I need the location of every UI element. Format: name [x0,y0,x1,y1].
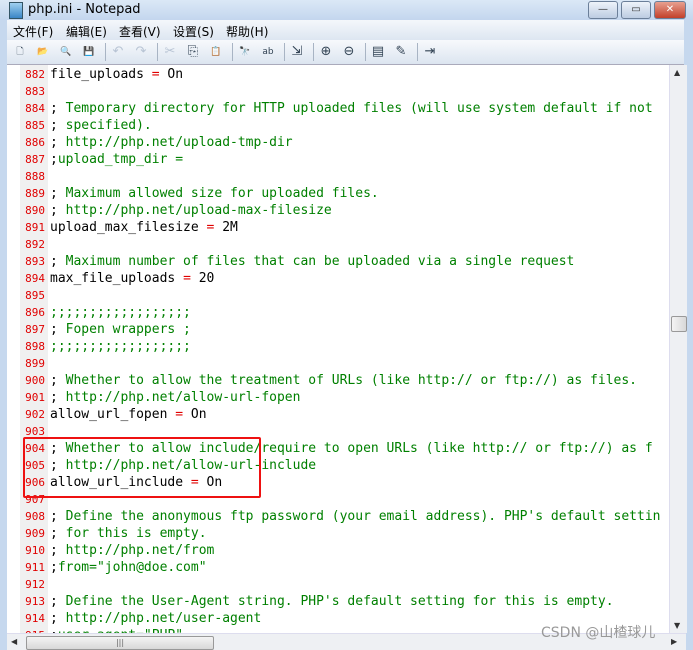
toolbar: 🗋 📂 🔍 💾 ↶ ↷ ✂ ⎘ 📋 🔭 ab ⇲ ⊕ ⊖ ▤ ✎ ⇥ [7,40,684,65]
window-title: php.ini - Notepad [28,2,141,17]
menu-view[interactable]: 查看(V) [119,23,161,40]
maximize-button[interactable]: ▭ [621,1,651,19]
line-text: ; Fopen wrappers ; [50,322,191,337]
scroll-left-arrow-icon[interactable]: ◀ [11,637,17,646]
line-text: ; Maximum number of files that can be up… [50,254,575,269]
open-folder-icon[interactable]: 📂 [34,43,52,61]
zoom-in-icon[interactable]: ⊕ [317,43,335,61]
minimize-button[interactable]: — [588,1,618,19]
line-text: ;;;;;;;;;;;;;;;;;; [50,305,191,320]
line-text: ; http://php.net/from [50,543,215,558]
toolbar-separator [417,43,418,61]
line-text: ; specified). [50,118,152,133]
line-text: ;upload_tmp_dir = [50,152,184,167]
zoom-out-icon[interactable]: ⊖ [340,43,358,61]
scroll-up-arrow-icon[interactable]: ▲ [674,68,680,77]
copy-icon[interactable]: ⎘ [184,43,202,61]
line-text: ;from="john@doe.com" [50,560,207,575]
menu-edit[interactable]: 编辑(E) [66,23,107,40]
vertical-scrollbar[interactable]: ▲ ▼ [669,65,687,633]
line-text: max_file_uploads = 20 [50,271,215,286]
undo-icon[interactable]: ↶ [109,43,127,61]
watermark: CSDN @山楂球儿 [541,625,656,641]
goto-icon[interactable]: ⇲ [288,43,306,61]
line-text: ; Define the anonymous ftp password (you… [50,509,661,524]
replace-icon[interactable]: ab [259,43,277,61]
menu-help[interactable]: 帮助(H) [226,23,268,40]
line-number: 892 [25,238,45,251]
line-number: 893 [25,255,45,268]
toolbar-separator [313,43,314,61]
line-number: 884 [25,102,45,115]
line-text: ; Temporary directory for HTTP uploaded … [50,101,653,116]
line-number: 883 [25,85,45,98]
cut-icon[interactable]: ✂ [161,43,179,61]
title-bar: php.ini - Notepad — ▭ ✕ [0,0,693,20]
new-file-icon[interactable]: 🗋 [11,43,29,61]
line-text: ; http://php.net/allow-url-fopen [50,390,301,405]
line-text: ; http://php.net/user-agent [50,611,262,626]
line-number: 901 [25,391,45,404]
options-icon[interactable]: ▤ [369,43,387,61]
text-editor[interactable]: 882 file_uploads = On 883 884 ; Temporary di… [7,65,669,633]
menu-settings[interactable]: 设置(S) [173,23,214,40]
redo-icon[interactable]: ↷ [132,43,150,61]
line-text: upload_max_filesize = 2M [50,220,238,235]
line-number: 911 [25,561,45,574]
scroll-down-arrow-icon[interactable]: ▼ [674,621,680,630]
menu-file[interactable]: 文件(F) [13,23,53,40]
line-number: 897 [25,323,45,336]
close-button[interactable]: ✕ [654,1,686,19]
line-number: 886 [25,136,45,149]
line-text: allow_url_fopen = On [50,407,207,422]
line-text: ; http://php.net/upload-max-filesize [50,203,332,218]
vertical-scroll-thumb[interactable] [671,316,687,332]
save-icon[interactable]: 💾 [80,43,98,61]
toolbar-separator [232,43,233,61]
line-number: 900 [25,374,45,387]
line-number: 899 [25,357,45,370]
line-text: ; http://php.net/upload-tmp-dir [50,135,293,150]
line-number: 909 [25,527,45,540]
line-number: 885 [25,119,45,132]
line-text: ; Define the User-Agent string. PHP's de… [50,594,614,609]
menu-bar: 文件(F) 编辑(E) 查看(V) 设置(S) 帮助(H) [7,20,684,41]
line-number: 882 [25,68,45,81]
line-number: 910 [25,544,45,557]
horizontal-scroll-thumb[interactable]: ||| [26,636,214,650]
toolbar-separator [284,43,285,61]
line-number: 914 [25,612,45,625]
highlight-box [23,437,261,498]
line-number: 908 [25,510,45,523]
line-number: 895 [25,289,45,302]
notepad-app-icon [9,2,23,19]
toolbar-separator [105,43,106,61]
scroll-right-arrow-icon[interactable]: ▶ [671,637,677,646]
line-text: file_uploads = On [50,67,184,82]
paste-icon[interactable]: 📋 [207,43,225,61]
line-number: 898 [25,340,45,353]
scheme-icon[interactable]: ✎ [392,43,410,61]
find-file-icon[interactable]: 🔍 [57,43,75,61]
line-number: 890 [25,204,45,217]
line-number: 902 [25,408,45,421]
line-text: ; Whether to allow the treatment of URLs… [50,373,638,388]
line-number: 889 [25,187,45,200]
find-icon[interactable]: 🔭 [236,43,254,61]
toolbar-separator [157,43,158,61]
toolbar-separator [365,43,366,61]
line-number: 894 [25,272,45,285]
line-number: 887 [25,153,45,166]
line-text: ;;;;;;;;;;;;;;;;;; [50,339,191,354]
line-text: ; Maximum allowed size for uploaded file… [50,186,379,201]
line-text: ; for this is empty. [50,526,207,541]
line-number: 912 [25,578,45,591]
line-number: 913 [25,595,45,608]
line-number: 891 [25,221,45,234]
exit-icon[interactable]: ⇥ [421,43,439,61]
line-number: 896 [25,306,45,319]
line-number: 888 [25,170,45,183]
